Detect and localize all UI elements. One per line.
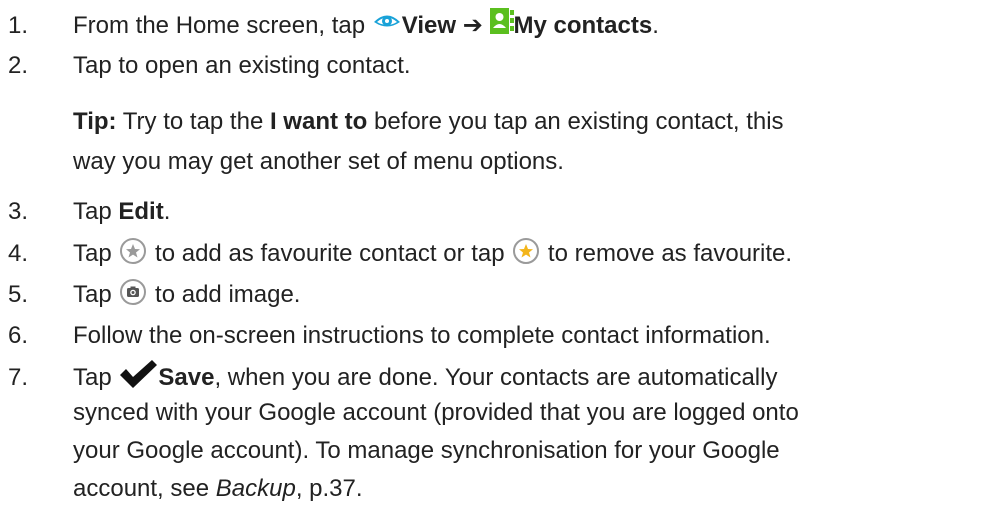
- star-outline-icon: [120, 237, 147, 264]
- step-number: 2.: [8, 52, 29, 79]
- step-text: Tap Edit.: [73, 198, 171, 225]
- view-label: View: [401, 12, 457, 39]
- camera-icon: [120, 278, 147, 305]
- my-contacts-label: My contacts: [513, 12, 653, 39]
- step-number: 4.: [8, 240, 29, 267]
- tip-label: Tip:: [73, 108, 117, 135]
- step-text: Tap Save, when you are done. Your contac…: [73, 359, 777, 394]
- step-number: 1.: [8, 12, 29, 39]
- save-label: Save: [158, 364, 215, 391]
- star-gold-icon: [513, 237, 540, 264]
- backup-reference: Backup: [215, 475, 296, 502]
- contacts-book-icon: [489, 7, 514, 34]
- step-text: Tap to add as favourite contact or tap t…: [73, 237, 792, 270]
- tip-line-1: Tip: Try to tap the I want to before you…: [73, 108, 784, 135]
- tip-line-2: way you may get another set of menu opti…: [73, 148, 564, 175]
- i-want-to-label: I want to: [269, 108, 368, 135]
- edit-label: Edit: [118, 198, 164, 225]
- step-text: From the Home screen, tap View ➔ My cont…: [73, 7, 659, 42]
- step-7-continuation: synced with your Google account (provide…: [73, 394, 799, 508]
- step-number: 7.: [8, 364, 29, 391]
- checkmark-icon: [118, 359, 158, 389]
- step-text: Tap to add image.: [73, 278, 300, 311]
- step-7-line-2: synced with your Google account (provide…: [73, 399, 799, 426]
- eye-icon: [372, 9, 402, 33]
- step-7-line-3: your Google account). To manage synchron…: [73, 437, 780, 464]
- step-number: 5.: [8, 281, 29, 308]
- step-number: 3.: [8, 198, 29, 225]
- step-text: Follow the on-screen instructions to com…: [73, 322, 771, 349]
- step-7-line-4: account, see Backup, p.37.: [73, 475, 363, 502]
- tip-block: Tip: Try to tap the I want to before you…: [73, 102, 784, 182]
- step-text: Tap to open an existing contact.: [73, 52, 411, 79]
- arrow-icon: ➔: [462, 12, 483, 39]
- step-number: 6.: [8, 322, 29, 349]
